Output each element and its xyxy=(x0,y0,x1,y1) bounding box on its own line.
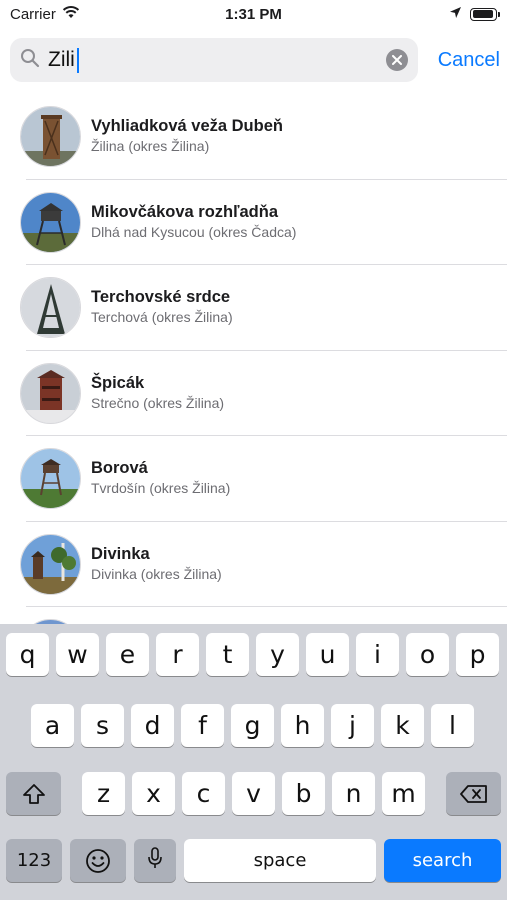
wifi-icon xyxy=(62,5,80,23)
status-right xyxy=(449,6,500,23)
result-text: Vyhliadková veža Dubeň Žilina (okres Žil… xyxy=(91,115,283,155)
key-l[interactable]: l xyxy=(431,704,474,747)
result-title: Divinka xyxy=(91,544,150,563)
key-n[interactable]: n xyxy=(332,772,375,815)
search-field[interactable]: Zili xyxy=(10,38,418,82)
key-m[interactable]: m xyxy=(382,772,425,815)
cancel-button[interactable]: Cancel xyxy=(432,49,500,72)
key-u[interactable]: u xyxy=(306,633,349,676)
tower-thumbnail xyxy=(20,191,81,253)
status-left: Carrier xyxy=(10,5,80,23)
key-g[interactable]: g xyxy=(231,704,274,747)
key-v[interactable]: v xyxy=(232,772,275,815)
status-bar: Carrier 1:31 PM xyxy=(0,0,507,28)
key-r[interactable]: r xyxy=(156,633,199,676)
tower-thumbnail xyxy=(20,448,81,510)
keyboard: qwertyuiop asdfghjkl zxcvbnm 123 space s… xyxy=(0,624,507,900)
result-subtitle: Terchová (okres Žilina) xyxy=(91,309,233,325)
text-caret xyxy=(76,47,79,73)
search-row: Zili Cancel xyxy=(10,38,500,82)
search-input[interactable]: Zili xyxy=(48,47,378,73)
location-arrow-icon xyxy=(449,6,462,23)
result-row[interactable]: Mikovčákova rozhľadňa Dlhá nad Kysucou (… xyxy=(0,180,507,265)
key-a[interactable]: a xyxy=(31,704,74,747)
result-subtitle: Tvrdošín (okres Žilina) xyxy=(91,480,231,496)
result-subtitle: Divinka (okres Žilina) xyxy=(91,565,222,582)
key-j[interactable]: j xyxy=(331,704,374,747)
result-text: Mikovčákova rozhľadňa Dlhá nad Kysucou (… xyxy=(91,201,296,241)
dictation-key[interactable] xyxy=(134,839,176,882)
key-k[interactable]: k xyxy=(381,704,424,747)
key-b[interactable]: b xyxy=(282,772,325,815)
result-title: Vyhliadková veža Dubeň xyxy=(91,117,283,135)
result-subtitle: Žilina (okres Žilina) xyxy=(91,138,210,154)
key-z[interactable]: z xyxy=(82,772,125,815)
result-subtitle: Strečno (okres Žilina) xyxy=(91,394,225,411)
result-row[interactable]: Vyhliadková veža Dubeň Žilina (okres Žil… xyxy=(0,94,507,180)
key-i[interactable]: i xyxy=(356,633,399,676)
microphone-icon xyxy=(147,846,163,876)
clear-icon[interactable] xyxy=(386,49,408,71)
key-p[interactable]: p xyxy=(456,633,499,676)
numbers-key[interactable]: 123 xyxy=(6,839,62,882)
result-subtitle: Dlhá nad Kysucou (okres Čadca) xyxy=(91,223,297,240)
key-s[interactable]: s xyxy=(81,704,124,747)
result-text: Špicák Strečno (okres Žilina) xyxy=(91,372,224,412)
key-x[interactable]: x xyxy=(132,772,175,815)
result-title: Terchovské srdce xyxy=(91,288,231,306)
search-icon xyxy=(20,48,40,73)
result-text: Divinka Divinka (okres Žilina) xyxy=(91,543,222,583)
battery-level xyxy=(472,10,494,18)
key-y[interactable]: y xyxy=(256,633,299,676)
emoji-key[interactable] xyxy=(70,839,126,882)
result-title: Mikovčákova rozhľadňa xyxy=(91,202,279,221)
key-o[interactable]: o xyxy=(406,633,449,676)
key-f[interactable]: f xyxy=(181,704,224,747)
key-q[interactable]: q xyxy=(6,633,49,676)
tower-thumbnail xyxy=(20,362,81,424)
backspace-key[interactable] xyxy=(446,772,501,815)
key-d[interactable]: d xyxy=(131,704,174,747)
result-row[interactable]: Terchovské srdce Terchová (okres Žilina) xyxy=(0,265,507,351)
key-w[interactable]: w xyxy=(56,633,99,676)
result-text: Terchovské srdce Terchová (okres Žilina) xyxy=(91,286,233,326)
search-key[interactable]: search xyxy=(384,839,501,882)
result-row[interactable]: Borová Tvrdošín (okres Žilina) xyxy=(0,436,507,522)
key-e[interactable]: e xyxy=(106,633,149,676)
results-list: Vyhliadková veža Dubeň Žilina (okres Žil… xyxy=(0,94,507,628)
result-title: Borová xyxy=(91,459,148,477)
shift-key[interactable] xyxy=(6,772,61,815)
search-query: Zili xyxy=(48,48,75,71)
key-h[interactable]: h xyxy=(281,704,324,747)
result-row[interactable]: Divinka Divinka (okres Žilina) xyxy=(0,522,507,607)
carrier-label: Carrier xyxy=(10,5,56,23)
key-t[interactable]: t xyxy=(206,633,249,676)
battery-icon xyxy=(470,7,500,21)
tower-thumbnail xyxy=(20,106,81,168)
key-c[interactable]: c xyxy=(182,772,225,815)
tower-thumbnail xyxy=(20,533,81,595)
space-key[interactable]: space xyxy=(184,839,376,882)
result-text: Borová Tvrdošín (okres Žilina) xyxy=(91,457,230,497)
tower-thumbnail xyxy=(20,277,81,339)
result-row[interactable]: Špicák Strečno (okres Žilina) xyxy=(0,351,507,436)
result-title: Špicák xyxy=(91,373,145,392)
